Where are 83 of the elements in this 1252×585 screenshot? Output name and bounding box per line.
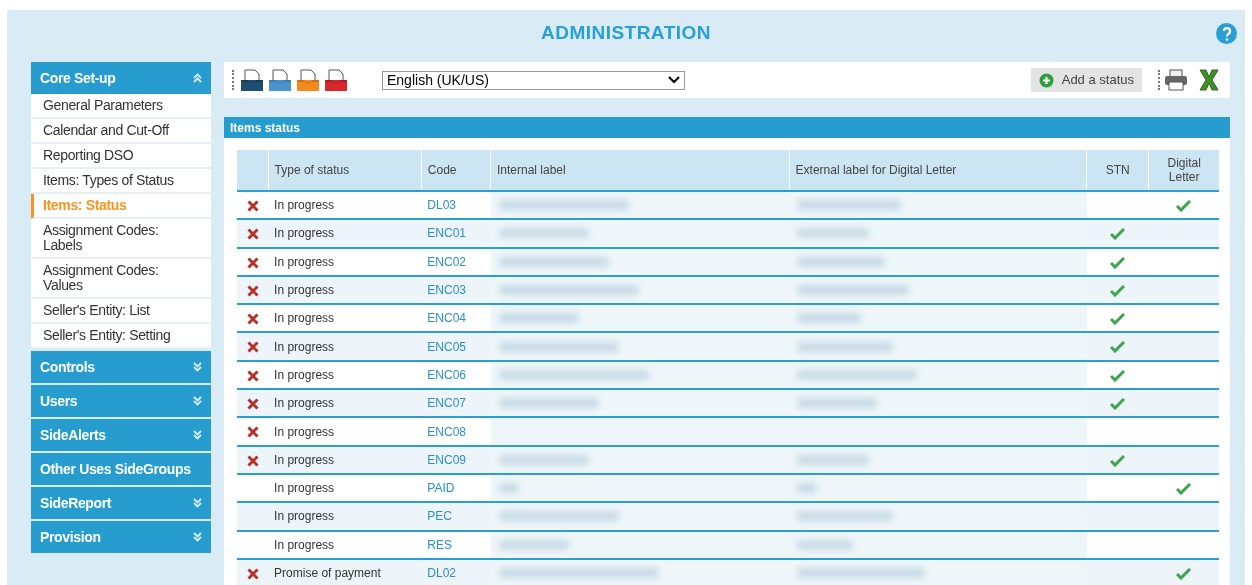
column-header: Internal label — [490, 150, 790, 191]
code-link[interactable]: ENC07 — [427, 396, 467, 411]
delete-icon[interactable] — [246, 341, 259, 354]
sidebar-item[interactable]: Items: Status — [31, 194, 211, 219]
blurred-text — [498, 483, 519, 494]
code-link[interactable]: ENC03 — [427, 283, 467, 298]
print-icon[interactable] — [1164, 69, 1188, 91]
table-cell: In progress — [268, 304, 422, 333]
table-cell: In progress — [268, 332, 422, 361]
column-header: External label for Digital Letter — [789, 150, 1087, 191]
table-cell: In progress — [268, 417, 422, 446]
sidebar-item[interactable]: Reporting DSO — [31, 144, 211, 169]
sidebar-section[interactable]: SideAlerts — [31, 419, 211, 451]
table-cell: In progress — [268, 219, 422, 248]
delete-icon[interactable] — [246, 199, 259, 212]
code-link[interactable]: ENC06 — [427, 367, 467, 382]
table-cell: In progress — [268, 275, 422, 305]
expand-icon[interactable] — [193, 430, 202, 440]
column-header: STN — [1086, 150, 1149, 191]
delete-icon[interactable] — [246, 284, 259, 297]
blurred-text — [797, 483, 818, 494]
blurred-text — [797, 313, 862, 324]
column-header: Type of status — [268, 150, 422, 191]
sidebar-item[interactable]: Items: Types of Status — [31, 169, 211, 194]
delete-icon[interactable] — [246, 228, 259, 241]
section-header: Items status — [224, 117, 1230, 138]
sidebar-item[interactable]: Calendar and Cut-Off — [31, 119, 211, 144]
table-cell: In progress — [268, 247, 422, 276]
delete-icon[interactable] — [246, 313, 259, 326]
delete-icon[interactable] — [246, 369, 259, 382]
spreadsheet-icon[interactable] — [1198, 69, 1220, 91]
delete-icon[interactable] — [246, 426, 259, 439]
code-link[interactable]: PAID — [427, 481, 455, 496]
add-icon — [1038, 72, 1054, 88]
sidebar-item[interactable]: Assignment Codes: Labels — [31, 219, 211, 259]
code-link[interactable]: DL02 — [427, 566, 457, 580]
table-cell: In progress — [268, 445, 422, 474]
collapse-icon[interactable] — [193, 73, 202, 83]
code-link[interactable]: PEC — [427, 509, 453, 524]
delete-icon[interactable] — [246, 256, 259, 269]
delete-icon[interactable] — [246, 398, 259, 411]
code-link[interactable]: ENC01 — [427, 226, 467, 241]
table-cell: In progress — [268, 389, 422, 418]
sidebar-item[interactable]: Seller's Entity: List — [31, 299, 211, 324]
code-link[interactable]: ENC02 — [427, 254, 467, 269]
sidebar-item[interactable]: Assignment Codes: Values — [31, 259, 211, 299]
table-cell: In progress — [268, 360, 422, 390]
column-header: Digital Letter — [1148, 150, 1219, 191]
delete-icon[interactable] — [246, 454, 259, 467]
delete-icon[interactable] — [246, 567, 259, 580]
expand-icon[interactable] — [193, 396, 202, 406]
help-icon[interactable] — [1216, 23, 1237, 44]
sidebar-section[interactable]: Users — [31, 385, 211, 417]
blurred-text — [797, 539, 854, 550]
language-select[interactable]: English (UK/US) — [382, 70, 685, 90]
caret-icon — [668, 76, 680, 84]
sidebar-section[interactable]: Provision — [31, 521, 211, 553]
sidebar-item[interactable]: Seller's Entity: Setting — [31, 324, 211, 349]
sidebar-section[interactable]: SideReport — [31, 487, 211, 519]
expand-icon[interactable] — [193, 532, 202, 542]
expand-icon[interactable] — [193, 498, 202, 508]
page-title: ADMINISTRATION — [541, 20, 711, 45]
table-cell: In progress — [268, 473, 422, 503]
sidebar-section[interactable]: Controls — [31, 351, 211, 383]
table-cell: In progress — [268, 502, 422, 531]
sidebar-section[interactable]: Other Uses SideGroups — [31, 453, 211, 485]
table-cell: In progress — [268, 530, 422, 559]
sidebar-item[interactable]: General Parameters — [31, 94, 211, 119]
code-link[interactable]: ENC04 — [427, 311, 467, 326]
code-link[interactable]: ENC05 — [427, 339, 467, 354]
code-link[interactable]: DL03 — [427, 198, 457, 213]
table-cell: Promise of payment — [268, 558, 422, 585]
blurred-text — [498, 539, 569, 550]
code-link[interactable]: ENC08 — [427, 424, 467, 439]
code-link[interactable]: RES — [427, 537, 453, 552]
expand-icon[interactable] — [193, 362, 202, 372]
table-cell: In progress — [268, 191, 422, 220]
column-header: Code — [421, 150, 491, 191]
document-icon[interactable] — [324, 68, 348, 92]
document-icon[interactable] — [240, 68, 264, 92]
sidebar-section[interactable]: Core Set-up — [31, 62, 211, 94]
code-link[interactable]: ENC09 — [427, 452, 467, 467]
add-status-button[interactable]: Add a status — [1030, 68, 1142, 92]
